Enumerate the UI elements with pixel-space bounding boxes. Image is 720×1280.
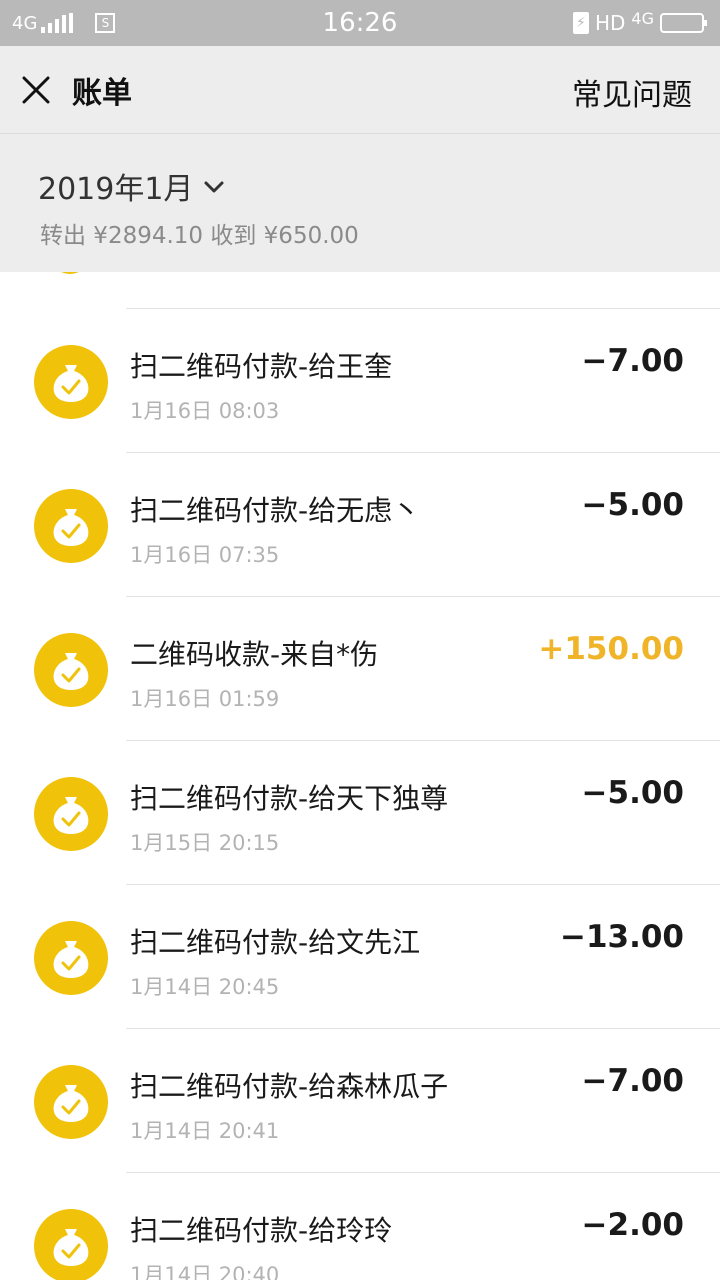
charging-icon: ⚡ xyxy=(572,12,589,34)
transaction-title: 扫二维码付款-给无虑丶 xyxy=(130,494,421,527)
network-type-right: 4G xyxy=(631,8,654,28)
money-bag-icon xyxy=(50,272,90,274)
money-bag-icon xyxy=(34,633,108,707)
month-label: 2019年1月 xyxy=(38,172,194,207)
transaction-amount: −5.00 xyxy=(581,487,684,523)
transaction-amount: −13.00 xyxy=(559,919,684,955)
transaction-time: 1月14日 20:45 xyxy=(130,975,280,999)
transaction-title: 扫二维码付款-给玲玲 xyxy=(130,1214,393,1247)
chevron-down-icon xyxy=(204,181,224,193)
status-bar: 4G S 16:26 ⚡ HD 4G xyxy=(0,0,720,46)
transaction-row[interactable]: 扫二维码付款-给王奎 1月16日 08:03 −7.00 xyxy=(0,309,720,453)
money-bag-icon xyxy=(34,489,108,563)
faq-link[interactable]: 常见问题 xyxy=(572,70,692,114)
transaction-time: 1月16日 08:03 xyxy=(130,399,280,423)
transaction-title: 二维码收款-来自*伤 xyxy=(130,638,379,671)
transaction-time: 1月16日 07:35 xyxy=(130,543,280,567)
transaction-amount: −7.00 xyxy=(581,343,684,379)
hd-indicator: HD xyxy=(594,11,626,35)
transaction-time: 1月15日 20:15 xyxy=(130,831,280,855)
transaction-title: 扫二维码付款-给王奎 xyxy=(130,350,393,383)
close-button[interactable] xyxy=(16,68,56,112)
transaction-time: 1月14日 20:41 xyxy=(130,1119,280,1143)
money-bag-icon xyxy=(34,1065,108,1139)
battery-icon xyxy=(660,13,707,33)
transaction-title: 扫二维码付款-给文先江 xyxy=(130,926,421,959)
month-summary: 转出 ¥2894.10 收到 ¥650.00 xyxy=(40,223,359,249)
transaction-list[interactable]: 扫二维码付款-给王奎 1月16日 08:03 −7.00 扫二维码付款-给无虑丶… xyxy=(0,272,720,1280)
transaction-amount: −5.00 xyxy=(581,775,684,811)
money-bag-icon xyxy=(34,921,108,995)
transaction-row[interactable]: 扫二维码付款-给无虑丶 1月16日 07:35 −5.00 xyxy=(0,453,720,597)
money-bag-icon xyxy=(34,345,108,419)
transaction-row[interactable]: 扫二维码付款-给森林瓜子 1月14日 20:41 −7.00 xyxy=(0,1029,720,1173)
close-icon xyxy=(22,76,50,104)
transaction-title: 扫二维码付款-给森林瓜子 xyxy=(130,1070,449,1103)
month-header: 2019年1月 转出 ¥2894.10 收到 ¥650.00 xyxy=(0,134,720,272)
transaction-row[interactable]: 扫二维码付款-给天下独尊 1月15日 20:15 −5.00 xyxy=(0,741,720,885)
transaction-time: 1月16日 01:59 xyxy=(130,687,280,711)
month-selector[interactable]: 2019年1月 xyxy=(38,164,225,208)
transaction-title: 扫二维码付款-给天下独尊 xyxy=(130,782,449,815)
transaction-row[interactable]: 扫二维码付款-给文先江 1月14日 20:45 −13.00 xyxy=(0,885,720,1029)
money-bag-icon xyxy=(34,777,108,851)
transaction-amount: −2.00 xyxy=(581,1207,684,1243)
transaction-row[interactable]: 二维码收款-来自*伤 1月16日 01:59 +150.00 xyxy=(0,597,720,741)
transaction-time: 1月14日 20:40 xyxy=(130,1263,280,1280)
transaction-amount: +150.00 xyxy=(538,631,684,667)
money-bag-icon xyxy=(34,1209,108,1280)
page-title: 账单 xyxy=(72,76,132,111)
transaction-amount: −7.00 xyxy=(581,1063,684,1099)
transaction-row[interactable]: 扫二维码付款-给玲玲 1月14日 20:40 −2.00 xyxy=(0,1173,720,1280)
nav-bar: 账单 常见问题 xyxy=(0,46,720,134)
